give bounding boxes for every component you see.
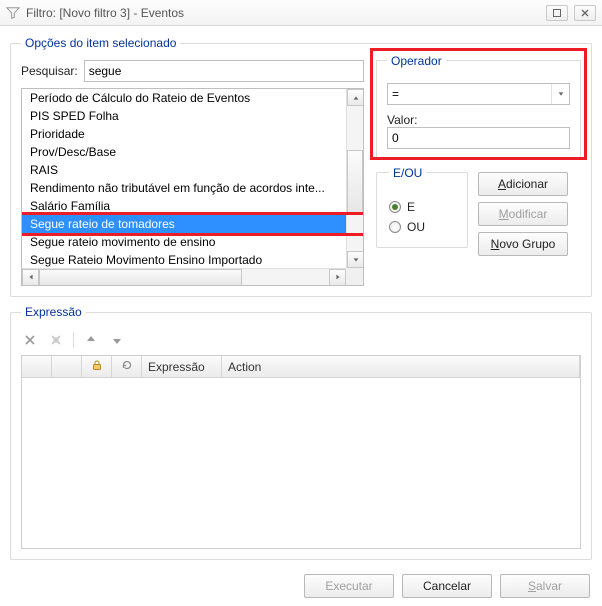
search-input[interactable] [84, 60, 364, 82]
col-action[interactable]: Action [222, 356, 580, 377]
restore-button[interactable] [546, 5, 568, 21]
grid-body [22, 378, 580, 548]
list-item[interactable]: Prov/Desc/Base [22, 143, 363, 161]
lock-icon [91, 359, 103, 374]
toolbar-divider [73, 332, 74, 348]
client-area: Opções do item selecionado Pesquisar: Pe… [0, 26, 602, 606]
scroll-up-button[interactable] [347, 89, 364, 106]
expression-grid[interactable]: Expressão Action [21, 355, 581, 549]
col-refresh[interactable] [112, 356, 142, 377]
col-blank0[interactable] [22, 356, 52, 377]
radio-e[interactable]: E [389, 197, 455, 217]
horizontal-scrollbar[interactable] [22, 268, 346, 285]
save-button[interactable]: Salvar [500, 574, 590, 598]
list-item[interactable]: PIS SPED Folha [22, 107, 363, 125]
list-item[interactable]: Segue rateio de tomadores [22, 215, 363, 233]
field-listbox[interactable]: Período de Cálculo do Rateio de EventosP… [21, 88, 364, 286]
grid-header: Expressão Action [22, 356, 580, 378]
add-button[interactable]: Adicionar [478, 172, 568, 196]
titlebar: Filtro: [Novo filtro 3] - Eventos [0, 0, 602, 26]
col-expression[interactable]: Expressão [142, 356, 222, 377]
selected-options-group: Opções do item selecionado Pesquisar: Pe… [10, 36, 592, 297]
operator-group: Operador = Valor: [376, 60, 581, 160]
valor-label: Valor: [387, 113, 570, 127]
expression-toolbar [21, 331, 581, 349]
modify-button[interactable]: Modificar [478, 202, 568, 226]
list-item[interactable]: Salário Família [22, 197, 363, 215]
list-item[interactable]: Rendimento não tributável em função de a… [22, 179, 363, 197]
operator-legend: Operador [387, 54, 446, 68]
new-group-button[interactable]: Novo Grupo [478, 232, 568, 256]
scroll-left-button[interactable] [22, 269, 39, 286]
valor-input[interactable] [387, 127, 570, 149]
radio-ou[interactable]: OU [389, 217, 455, 237]
close-button[interactable] [574, 5, 596, 21]
vscroll-thumb[interactable] [347, 150, 363, 215]
list-item[interactable]: Segue rateio movimento de ensino [22, 233, 363, 251]
scroll-down-button[interactable] [347, 251, 364, 268]
delete-icon[interactable] [21, 331, 39, 349]
filter-window: Filtro: [Novo filtro 3] - Eventos Opções… [0, 0, 602, 606]
move-up-icon[interactable] [82, 331, 100, 349]
chevron-down-icon [551, 84, 569, 104]
cancel-button[interactable]: Cancelar [402, 574, 492, 598]
window-title: Filtro: [Novo filtro 3] - Eventos [26, 6, 184, 20]
scroll-right-button[interactable] [329, 269, 346, 286]
radio-ou-dot [389, 221, 401, 233]
filter-icon [6, 6, 20, 20]
tools-icon[interactable] [47, 331, 65, 349]
list-item[interactable]: Prioridade [22, 125, 363, 143]
search-label: Pesquisar: [21, 64, 78, 78]
dialog-footer: Executar Cancelar Salvar [10, 568, 592, 598]
vertical-scrollbar[interactable] [346, 89, 363, 268]
col-lock[interactable] [82, 356, 112, 377]
expression-group: Expressão Expressão [10, 305, 592, 560]
eou-legend: E/OU [389, 166, 426, 180]
radio-e-label: E [407, 200, 415, 214]
list-item[interactable]: Período de Cálculo do Rateio de Eventos [22, 89, 363, 107]
expression-legend: Expressão [21, 305, 86, 319]
radio-e-dot [389, 201, 401, 213]
radio-ou-label: OU [407, 220, 425, 234]
move-down-icon[interactable] [108, 331, 126, 349]
list-item[interactable]: RAIS [22, 161, 363, 179]
col-blank1[interactable] [52, 356, 82, 377]
operator-value: = [392, 87, 399, 101]
operator-combo[interactable]: = [387, 83, 570, 105]
hscroll-thumb[interactable] [39, 269, 242, 286]
selected-options-legend: Opções do item selecionado [21, 36, 180, 50]
execute-button[interactable]: Executar [304, 574, 394, 598]
refresh-icon [121, 359, 133, 374]
list-item[interactable]: Segue Rateio Movimento Ensino Importado [22, 251, 363, 269]
eou-group: E/OU E OU [376, 172, 468, 248]
